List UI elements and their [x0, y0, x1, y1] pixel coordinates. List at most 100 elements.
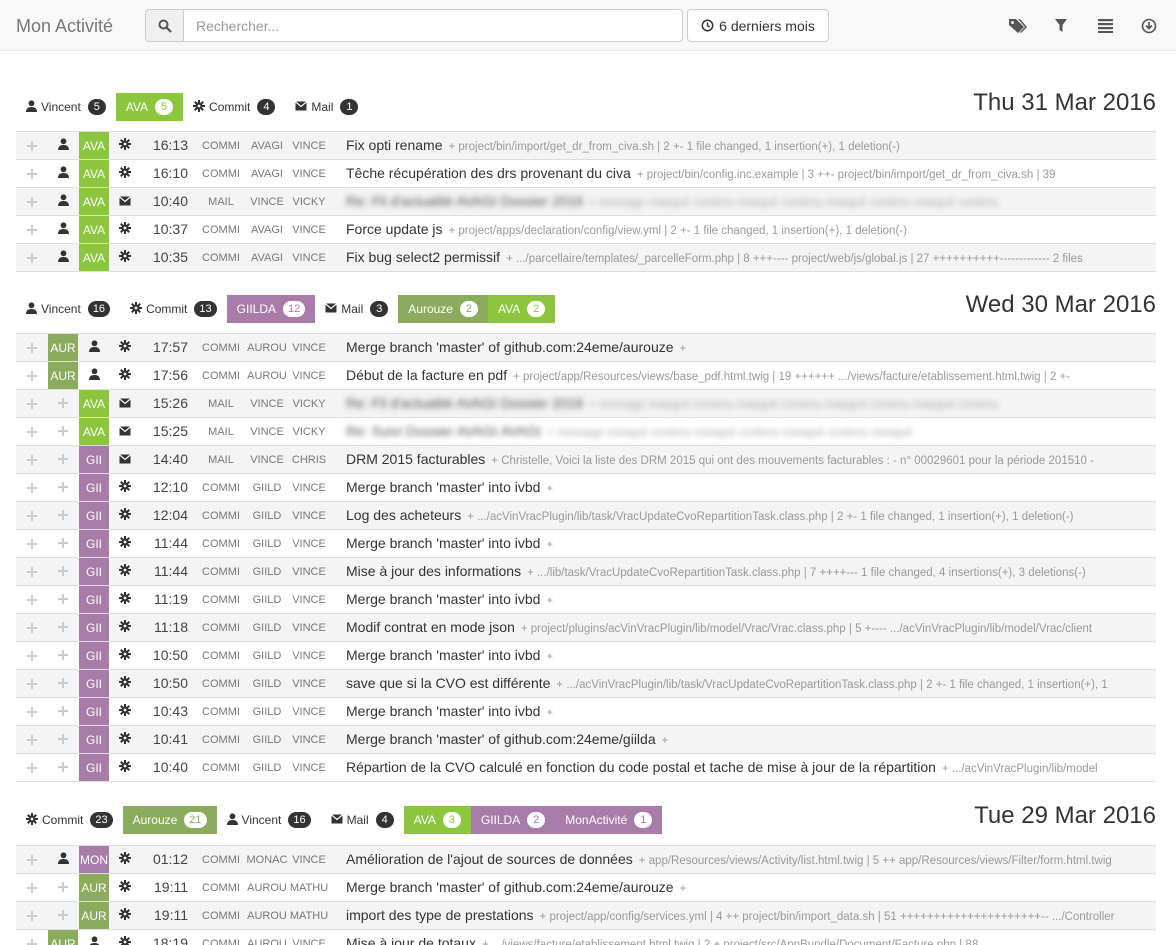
activity-row[interactable]: GII 10:50 COMMI GIILD VINCE save que si la CV… [16, 670, 1156, 698]
activity-row[interactable]: AUR 18:19 COMMI AUROU VINCE Mise à jour de to… [16, 930, 1156, 945]
summary-chip[interactable]: Commit 23 [16, 806, 123, 834]
expand-button[interactable] [22, 558, 42, 585]
row-message[interactable]: Merge branch 'master' into ivbd + [346, 642, 1156, 669]
activity-row[interactable]: GII 10:41 COMMI GIILD VINCE Merge branch 'mas… [16, 726, 1156, 754]
expand-button[interactable] [22, 530, 42, 557]
summary-chip[interactable]: MonActivité 1 [555, 806, 663, 834]
row-message[interactable]: Merge branch 'master' into ivbd + [346, 474, 1156, 501]
summary-chip[interactable]: Aurouze 21 [122, 806, 217, 834]
row-message[interactable]: Mise à jour de totaux + .../views/facture… [346, 930, 1156, 945]
activity-row[interactable]: AUR 17:57 COMMI AUROU VINCE Merge branch 'mas… [16, 334, 1156, 362]
project-tag[interactable]: GII [79, 726, 109, 753]
period-button[interactable]: 6 derniers mois [687, 9, 829, 42]
project-tag[interactable]: GII [79, 698, 109, 725]
expand-button[interactable] [22, 698, 42, 725]
row-message[interactable]: Fix bug select2 permissif + .../parcellai… [346, 244, 1156, 271]
row-message[interactable]: Merge branch 'master' into ivbd + [346, 530, 1156, 557]
activity-row[interactable]: AUR 17:56 COMMI AUROU VINCE Début de la factu… [16, 362, 1156, 390]
project-tag[interactable]: GII [79, 586, 109, 613]
row-message[interactable]: Répartion de la CVO calculé en fonction … [346, 754, 1156, 781]
download-icon[interactable] [1139, 16, 1159, 36]
tags-icon[interactable] [1008, 16, 1028, 36]
activity-row[interactable]: GII 11:19 COMMI GIILD VINCE Merge branch 'mas… [16, 586, 1156, 614]
expand-button[interactable] [22, 390, 42, 417]
row-message[interactable]: Amélioration de l'ajout de sources de do… [346, 846, 1156, 873]
row-message[interactable]: Mise à jour des informations + .../lib/ta… [346, 558, 1156, 585]
activity-row[interactable]: AVA 16:10 COMMI AVAGI VINCE Têche récupératio… [16, 160, 1156, 188]
summary-chip[interactable]: Vincent 16 [16, 295, 120, 323]
expand-button[interactable] [22, 874, 42, 901]
project-tag[interactable]: GII [79, 642, 109, 669]
summary-chip[interactable]: GIILDA 2 [470, 806, 556, 834]
expand-button[interactable] [22, 160, 42, 187]
app-title[interactable]: Mon Activité [16, 16, 113, 37]
project-tag[interactable]: GII [79, 558, 109, 585]
summary-chip[interactable]: Vincent 5 [16, 93, 116, 121]
row-message[interactable]: save que si la CVO est différente + .../a… [346, 670, 1156, 697]
row-message[interactable]: Re: Fil d'actualité AVAGI Dossier 2016 + … [346, 188, 1156, 215]
row-message[interactable]: import des type de prestations + project/… [346, 902, 1156, 929]
row-message[interactable]: Merge branch 'master' of github.com:24em… [346, 726, 1156, 753]
project-tag[interactable]: GII [79, 670, 109, 697]
expand-button[interactable] [22, 418, 42, 445]
project-tag[interactable]: AVA [79, 418, 109, 445]
activity-row[interactable]: GII 11:18 COMMI GIILD VINCE Modif contrat en … [16, 614, 1156, 642]
row-message[interactable]: Têche récupération des drs provenant du … [346, 160, 1156, 187]
project-tag[interactable]: AUR [48, 930, 78, 945]
summary-chip[interactable]: Vincent 16 [217, 806, 321, 834]
project-tag[interactable]: GII [79, 474, 109, 501]
summary-chip[interactable]: Commit 13 [120, 295, 227, 323]
project-tag[interactable]: GII [79, 502, 109, 529]
activity-row[interactable]: MON 01:12 COMMI MONAC VINCE Amélioration de l… [16, 846, 1156, 874]
activity-row[interactable]: GII 12:10 COMMI GIILD VINCE Merge branch 'mas… [16, 474, 1156, 502]
summary-chip[interactable]: Mail 1 [285, 93, 368, 121]
row-message[interactable]: DRM 2015 facturables + Christelle, Voici … [346, 446, 1156, 473]
project-tag[interactable]: GII [79, 530, 109, 557]
search-button[interactable] [145, 9, 184, 42]
project-tag[interactable]: GII [79, 446, 109, 473]
row-message[interactable]: Re: Suivi Dossier AVAGI AVAGI + message m… [346, 418, 1156, 445]
expand-button[interactable] [22, 132, 42, 159]
project-tag[interactable]: AUR [79, 902, 109, 929]
activity-row[interactable]: GII 11:44 COMMI GIILD VINCE Merge branch 'mas… [16, 530, 1156, 558]
activity-row[interactable]: AUR 19:11 COMMI AUROU MATHU import des type d… [16, 902, 1156, 930]
expand-button[interactable] [22, 586, 42, 613]
expand-button[interactable] [22, 216, 42, 243]
summary-chip[interactable]: Commit 4 [183, 93, 285, 121]
activity-row[interactable]: AVA 15:25 MAIL VINCE VICKY Re: Suivi Dossier … [16, 418, 1156, 446]
activity-row[interactable]: AVA 16:13 COMMI AVAGI VINCE Fix opti rename + … [16, 132, 1156, 160]
activity-row[interactable]: GII 10:50 COMMI GIILD VINCE Merge branch 'mas… [16, 642, 1156, 670]
expand-button[interactable] [22, 642, 42, 669]
project-tag[interactable]: AUR [48, 362, 78, 389]
activity-row[interactable]: GII 11:44 COMMI GIILD VINCE Mise à jour des i… [16, 558, 1156, 586]
activity-row[interactable]: AVA 10:35 COMMI AVAGI VINCE Fix bug select2 p… [16, 244, 1156, 272]
row-message[interactable]: Log des acheteurs + .../acVinVracPlugin/l… [346, 502, 1156, 529]
expand-button[interactable] [22, 902, 42, 929]
expand-button[interactable] [22, 334, 42, 361]
project-tag[interactable]: AVA [79, 244, 109, 271]
expand-button[interactable] [22, 244, 42, 271]
row-message[interactable]: Merge branch 'master' of github.com:24em… [346, 334, 1156, 361]
project-tag[interactable]: GII [79, 754, 109, 781]
activity-row[interactable]: AUR 19:11 COMMI AUROU MATHU Merge branch 'mas… [16, 874, 1156, 902]
row-message[interactable]: Merge branch 'master' into ivbd + [346, 586, 1156, 613]
project-tag[interactable]: AUR [79, 874, 109, 901]
expand-button[interactable] [22, 502, 42, 529]
expand-button[interactable] [22, 754, 42, 781]
activity-row[interactable]: GII 10:43 COMMI GIILD VINCE Merge branch 'mas… [16, 698, 1156, 726]
summary-chip[interactable]: AVA 5 [115, 93, 184, 121]
project-tag[interactable]: AVA [79, 390, 109, 417]
project-tag[interactable]: AUR [48, 334, 78, 361]
row-message[interactable]: Re: Fil d'actualité AVAGI Dossier 2016 + … [346, 390, 1156, 417]
project-tag[interactable]: AVA [79, 188, 109, 215]
expand-button[interactable] [22, 726, 42, 753]
row-message[interactable]: Merge branch 'master' of github.com:24em… [346, 874, 1156, 901]
activity-row[interactable]: AVA 10:40 MAIL VINCE VICKY Re: Fil d'actualit… [16, 188, 1156, 216]
filter-icon[interactable] [1051, 16, 1071, 36]
expand-button[interactable] [22, 446, 42, 473]
activity-row[interactable]: AVA 10:37 COMMI AVAGI VINCE Force update js + … [16, 216, 1156, 244]
expand-button[interactable] [22, 670, 42, 697]
expand-button[interactable] [22, 614, 42, 641]
summary-chip[interactable]: Aurouze 2 [398, 295, 488, 323]
row-message[interactable]: Début de la facture en pdf + project/app/… [346, 362, 1156, 389]
